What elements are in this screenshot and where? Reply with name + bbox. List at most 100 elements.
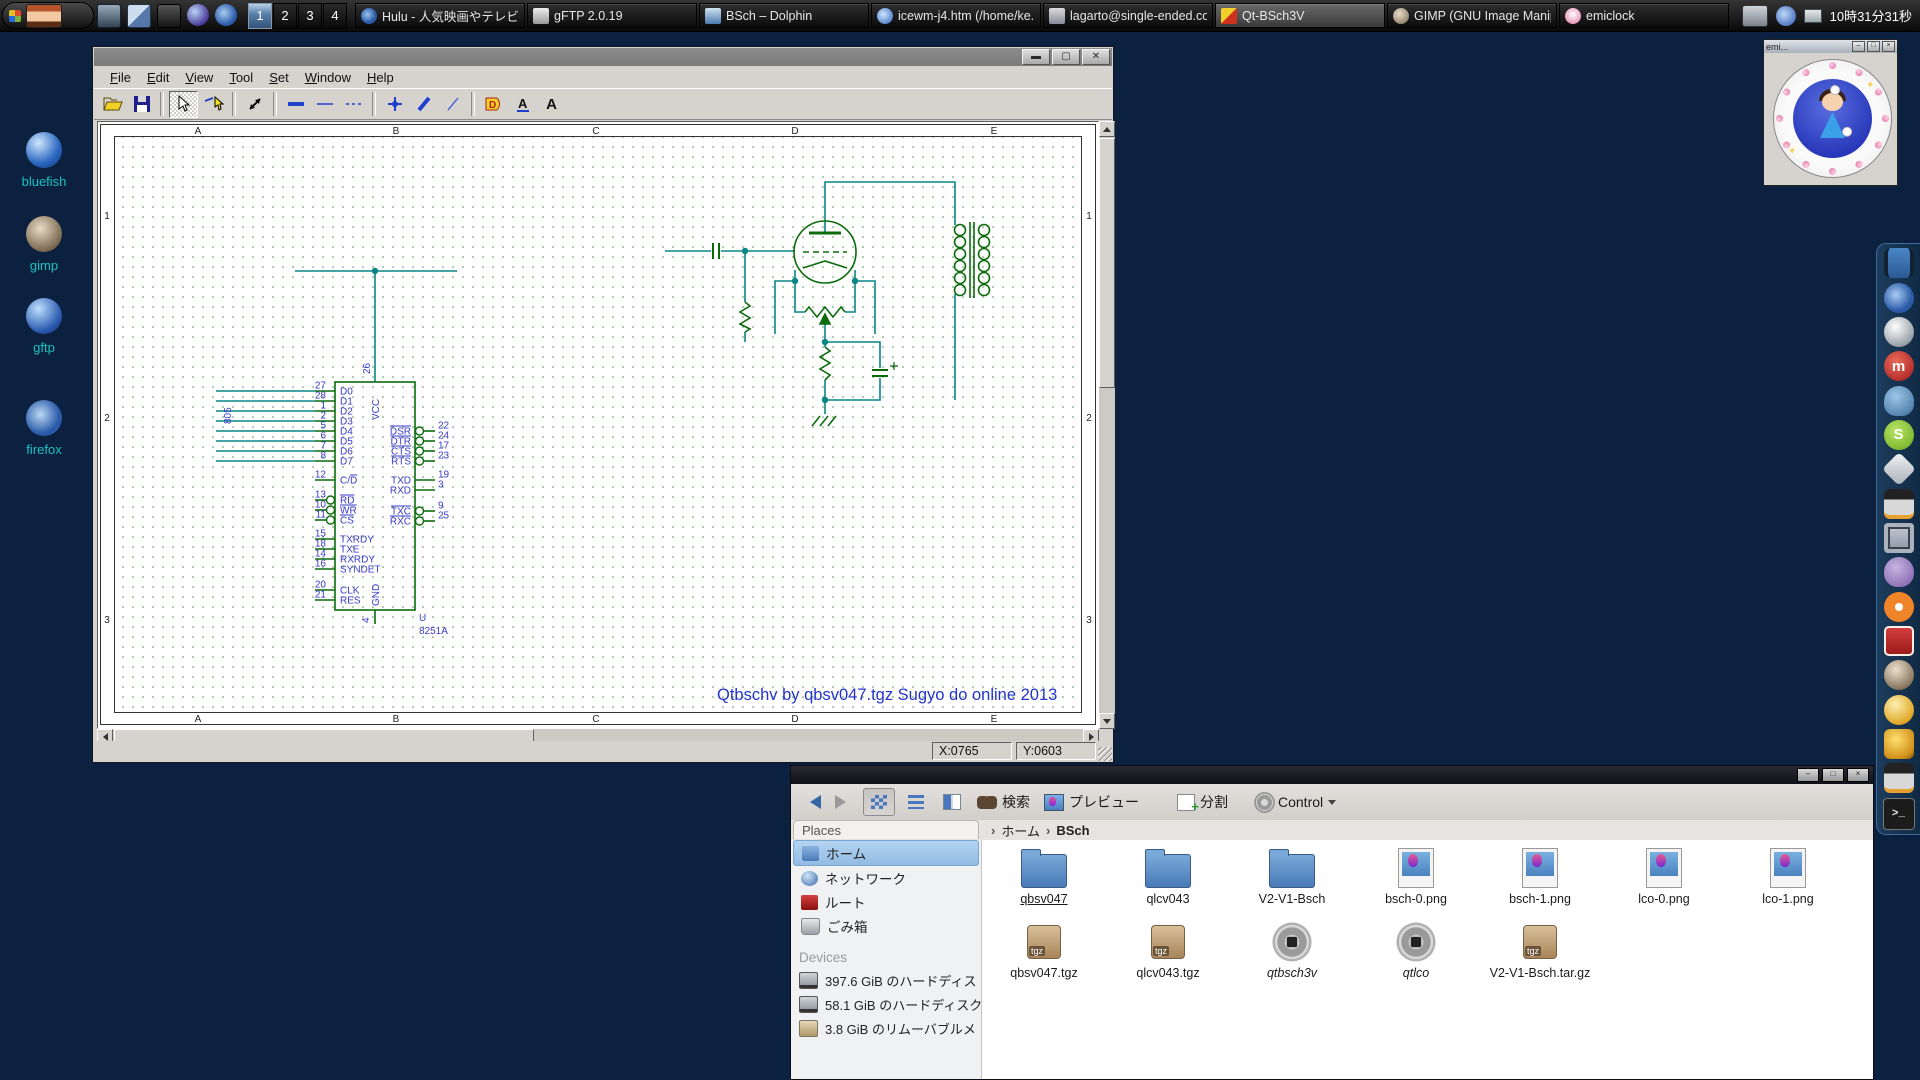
place-network[interactable]: ネットワーク (793, 866, 979, 890)
menu-tool[interactable]: Tool (221, 68, 261, 87)
bsch3v-titlebar[interactable]: ▬ ▢ ✕ (94, 48, 1112, 66)
monitor-icon[interactable] (97, 4, 121, 28)
gimp-icon[interactable] (1884, 660, 1914, 690)
close-button[interactable]: × (1882, 41, 1895, 52)
inkscape-icon[interactable] (1882, 452, 1916, 486)
file-item[interactable]: qlcv043 (1106, 848, 1230, 908)
workspace-button-2[interactable]: 2 (273, 3, 297, 29)
device-usb[interactable]: 3.8 GiB のリムーバブルメ (791, 1016, 981, 1040)
file-item[interactable]: bsch-1.png (1478, 848, 1602, 908)
control-button[interactable]: Control (1252, 794, 1340, 811)
maximize-button[interactable]: □ (1822, 768, 1844, 782)
web-globe-icon[interactable] (1884, 317, 1914, 347)
dark-square-icon[interactable] (157, 4, 181, 28)
horse-game-icon[interactable] (1884, 557, 1914, 587)
minimize-button[interactable]: – (1797, 768, 1819, 782)
file-item[interactable]: lco-0.png (1602, 848, 1726, 908)
close-button[interactable]: × (1847, 768, 1869, 782)
desktop-icon-gftp[interactable]: gftp (8, 298, 80, 355)
media-m-icon[interactable]: m (1884, 351, 1914, 381)
file-item[interactable]: tgzqbsv047.tgz (982, 922, 1106, 982)
file-item[interactable]: qtbsch3v (1230, 922, 1354, 982)
line-thin-tool-button[interactable] (311, 92, 338, 117)
task-button[interactable]: icewm-j4.htm (/home/ke... (871, 3, 1041, 28)
line-dashed-tool-button[interactable] (340, 92, 367, 117)
search-button[interactable]: 検索 (973, 792, 1034, 812)
device-hdd[interactable]: 58.1 GiB のハードディスク (791, 992, 981, 1016)
resize-grip[interactable] (1098, 747, 1112, 761)
scroll-down-button[interactable] (1099, 713, 1115, 729)
video-editor-icon[interactable] (1884, 489, 1914, 519)
label-tool-button[interactable]: A (509, 92, 536, 117)
breadcrumb-home[interactable]: ホーム (1001, 821, 1040, 840)
menu-set[interactable]: Set (261, 68, 297, 87)
maximize-button[interactable]: ▢ (1052, 49, 1080, 65)
columns-view-button[interactable] (937, 789, 967, 815)
task-button[interactable]: lagarto@single-ended.co... (1043, 3, 1213, 28)
vertical-scrollbar[interactable] (1099, 121, 1115, 729)
file-item[interactable]: V2-V1-Bsch (1230, 848, 1354, 908)
swirl-tray-icon[interactable] (1776, 6, 1796, 26)
wire-tool-button[interactable] (241, 92, 268, 117)
minimize-button[interactable]: ▬ (1022, 49, 1050, 65)
office-icon[interactable] (1884, 729, 1914, 759)
place-home[interactable]: ホーム (793, 840, 979, 866)
details-view-button[interactable] (901, 789, 931, 815)
task-button[interactable]: GIMP (GNU Image Manipu... (1387, 3, 1557, 28)
file-item[interactable]: qtlco (1354, 922, 1478, 982)
task-button[interactable]: gFTP 2.0.19 (527, 3, 697, 28)
video-editor-2-icon[interactable] (1884, 763, 1914, 793)
file-view[interactable]: qbsv047qlcv043V2-V1-Bschbsch-0.pngbsch-1… (982, 840, 1873, 1079)
desktop-icon-gimp[interactable]: gimp (8, 216, 80, 273)
mail-tray-icon[interactable] (1804, 9, 1822, 23)
menu-file[interactable]: File (102, 68, 139, 87)
firefox-icon[interactable] (215, 4, 237, 26)
workspace-button-1[interactable]: 1 (248, 3, 272, 29)
task-button[interactable]: BSch – Dolphin (699, 3, 869, 28)
desktop-icon-firefox[interactable]: firefox (8, 400, 80, 457)
device-hdd[interactable]: 397.6 GiB のハードディス (791, 968, 981, 992)
tag-tool-button[interactable]: D (480, 92, 507, 117)
minimize-button[interactable]: – (1852, 41, 1865, 52)
slash-thin-tool-button[interactable] (439, 92, 466, 117)
workspace-button-4[interactable]: 4 (323, 3, 347, 29)
icons-view-button[interactable] (863, 788, 895, 816)
preview-button[interactable]: プレビュー (1040, 792, 1143, 812)
split-button[interactable]: 分割 (1173, 792, 1232, 812)
skype-icon[interactable]: S (1884, 420, 1914, 450)
emiclock-titlebar[interactable]: emi... – □ × (1764, 40, 1897, 53)
place-trash[interactable]: ごみ箱 (793, 914, 979, 938)
menu-view[interactable]: View (177, 68, 221, 87)
file-item[interactable]: qbsv047 (982, 848, 1106, 908)
maximize-button[interactable]: □ (1867, 41, 1880, 52)
menu-help[interactable]: Help (359, 68, 402, 87)
menu-edit[interactable]: Edit (139, 68, 177, 87)
windows-icon[interactable] (127, 4, 151, 28)
bluefish-whale-icon[interactable] (1884, 386, 1914, 416)
workspace-pager-icon[interactable] (1884, 248, 1914, 278)
desktop-icon-bluefish[interactable]: bluefish (8, 132, 80, 189)
workspace-button-3[interactable]: 3 (298, 3, 322, 29)
dolphin-titlebar[interactable]: – □ × (791, 766, 1873, 784)
save-button[interactable] (128, 92, 155, 117)
breadcrumb[interactable]: › ホーム › BSch (991, 820, 1090, 840)
keyboard-mouse-tray-icon[interactable] (1742, 5, 1768, 27)
file-item[interactable]: tgzqlcv043.tgz (1106, 922, 1230, 982)
mozilla-sphere-icon[interactable] (187, 4, 209, 26)
back-button[interactable] (799, 791, 825, 813)
select-tool-button[interactable] (169, 91, 198, 118)
junction-tool-button[interactable] (381, 92, 408, 117)
line-thick-tool-button[interactable] (282, 92, 309, 117)
file-item[interactable]: lco-1.png (1726, 848, 1850, 908)
pdf-reader-icon[interactable] (1884, 626, 1914, 656)
open-button[interactable] (99, 92, 126, 117)
breadcrumb-current[interactable]: BSch (1056, 823, 1089, 838)
slash-thick-tool-button[interactable] (410, 92, 437, 117)
terminal-icon[interactable]: >_ (1883, 798, 1915, 830)
file-item[interactable]: tgzV2-V1-Bsch.tar.gz (1478, 922, 1602, 982)
vertical-scroll-thumb[interactable] (1099, 138, 1115, 388)
blender-icon[interactable] (1884, 592, 1914, 622)
menu-window[interactable]: Window (297, 68, 359, 87)
task-button[interactable]: Hulu - 人気映画やテレビ... (355, 3, 525, 28)
close-button[interactable]: ✕ (1082, 49, 1110, 65)
